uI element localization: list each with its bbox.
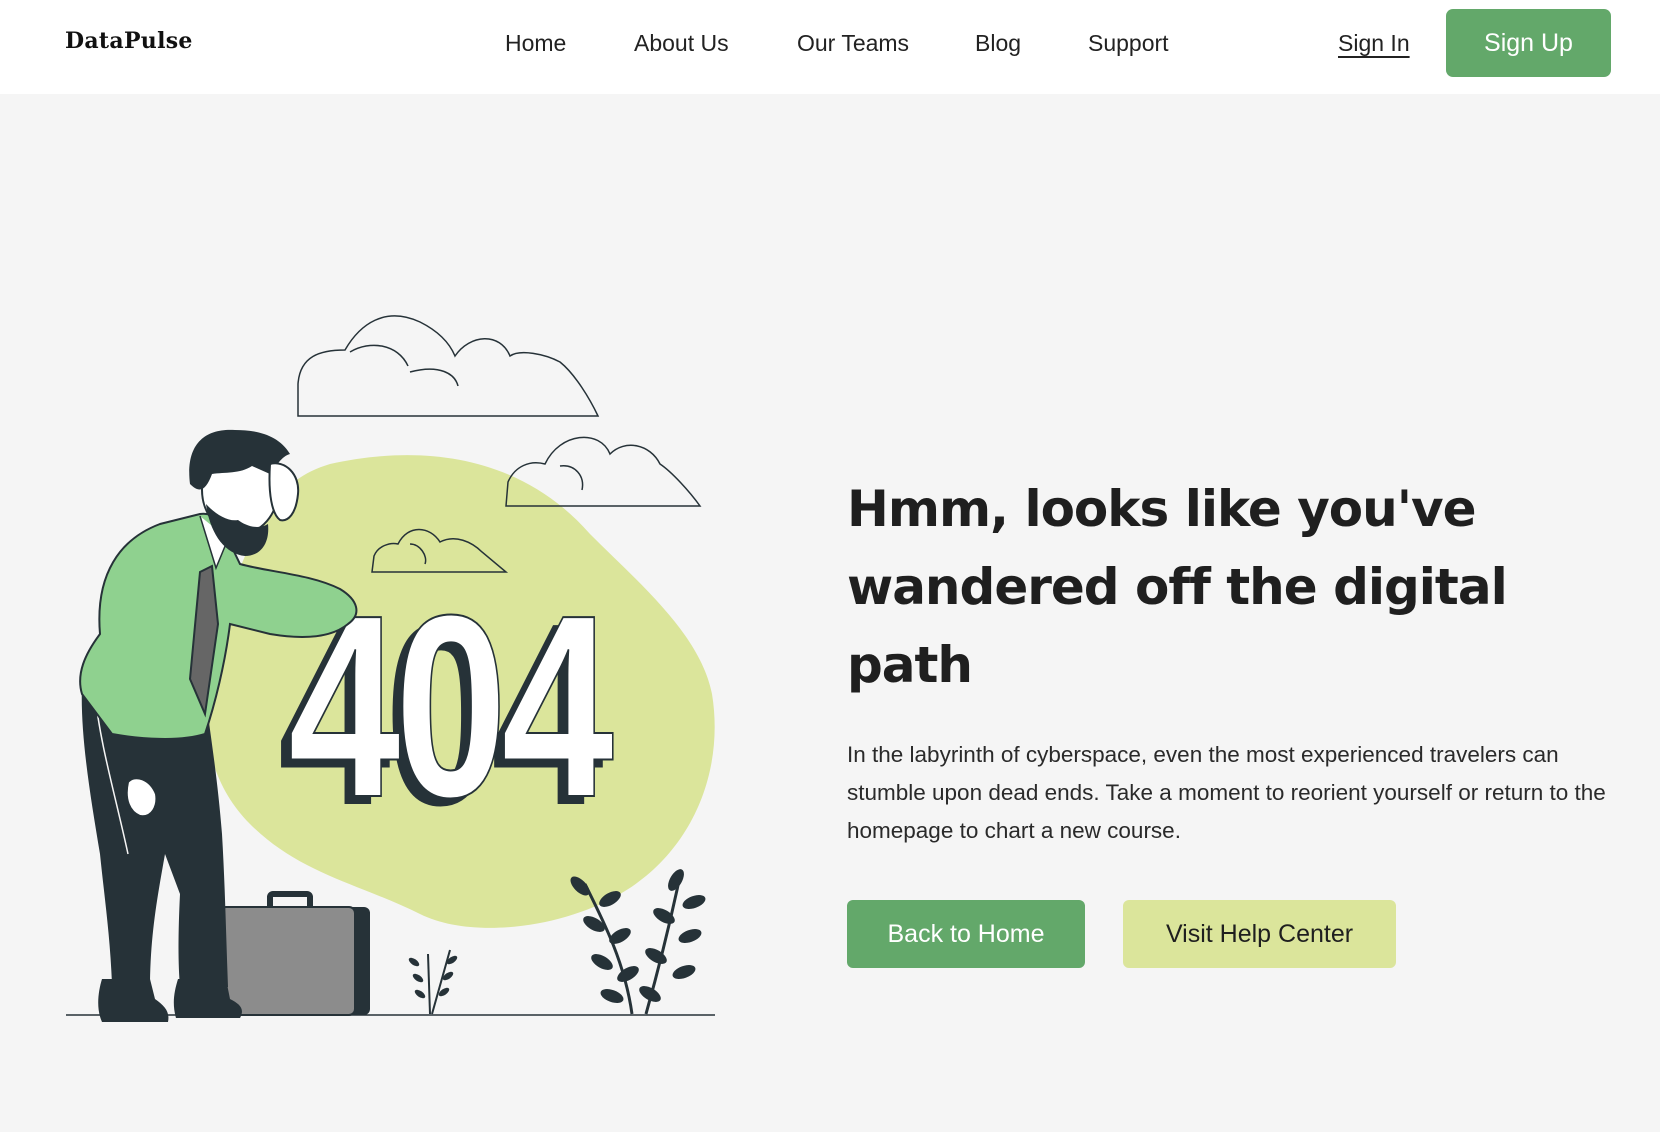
error-headline: Hmm, looks like you've wandered off the … (847, 480, 1508, 694)
back-to-home-button[interactable]: Back to Home (847, 900, 1085, 968)
briefcase-icon (219, 891, 370, 1016)
nav-link-support[interactable]: Support (1088, 30, 1169, 57)
small-plant-icon (408, 949, 458, 1015)
sign-in-link[interactable]: Sign In (1338, 30, 1410, 57)
error-description: In the labyrinth of cyberspace, even the… (847, 742, 1606, 843)
brand-logo[interactable]: DataPulse (65, 28, 193, 54)
404-illustration: 404 404 (0, 94, 760, 1054)
nav-link-about-us[interactable]: About Us (634, 30, 729, 57)
large-plant-icon (570, 869, 706, 1015)
error-content: Hmm, looks like you've wandered off the … (847, 470, 1627, 968)
sign-up-button[interactable]: Sign Up (1446, 9, 1611, 77)
top-navbar: DataPulse Home About Us Our Teams Blog S… (0, 0, 1660, 94)
visit-help-center-button[interactable]: Visit Help Center (1123, 900, 1396, 968)
illustration-svg: 404 404 (66, 315, 715, 1022)
nav-link-home[interactable]: Home (505, 30, 566, 57)
action-buttons: Back to Home Visit Help Center (847, 900, 1627, 968)
man-left-shoe (98, 979, 169, 1022)
man-raised-hand (268, 462, 300, 522)
cloud-large-icon (297, 315, 600, 417)
nav-link-our-teams[interactable]: Our Teams (797, 30, 909, 57)
nav-link-blog[interactable]: Blog (975, 30, 1021, 57)
